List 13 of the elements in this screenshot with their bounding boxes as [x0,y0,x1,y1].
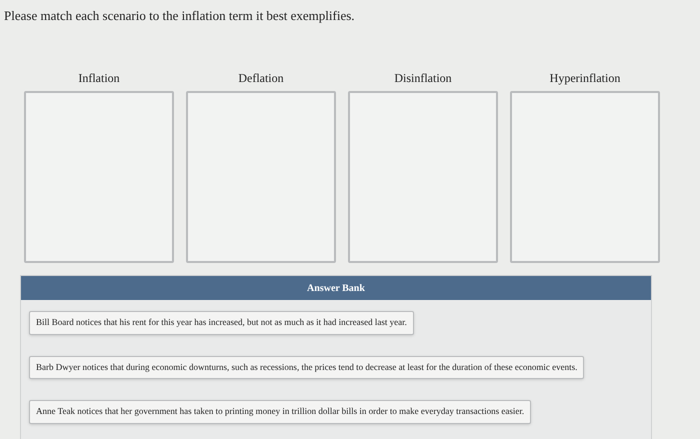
answer-card[interactable]: Anne Teak notices that her government has taken to printing money in trillion dollar bills in order to make everyday transactions easier. [29,400,532,424]
drop-zone[interactable] [186,91,336,263]
category-label: Disinflation [394,70,452,87]
drop-zone[interactable] [24,91,174,263]
answer-card[interactable]: Barb Dwyer notices that during economic downturns, such as recessions, the prices tend to decrease at least for the duration of these economic events. [29,356,584,379]
drop-zone[interactable] [510,91,660,263]
answer-bank-header: Answer Bank [21,276,651,300]
instruction-text: Please match each scenario to the inflation term it best exemplifies. [4,8,355,23]
drop-zone[interactable] [348,91,498,263]
answer-card[interactable]: Bill Board notices that his rent for this year has increased, but not as much as it had increased last year. [29,311,414,334]
category-label: Deflation [238,70,284,87]
category-label: Hyperinflation [550,70,620,87]
category-label: Inflation [78,70,120,87]
